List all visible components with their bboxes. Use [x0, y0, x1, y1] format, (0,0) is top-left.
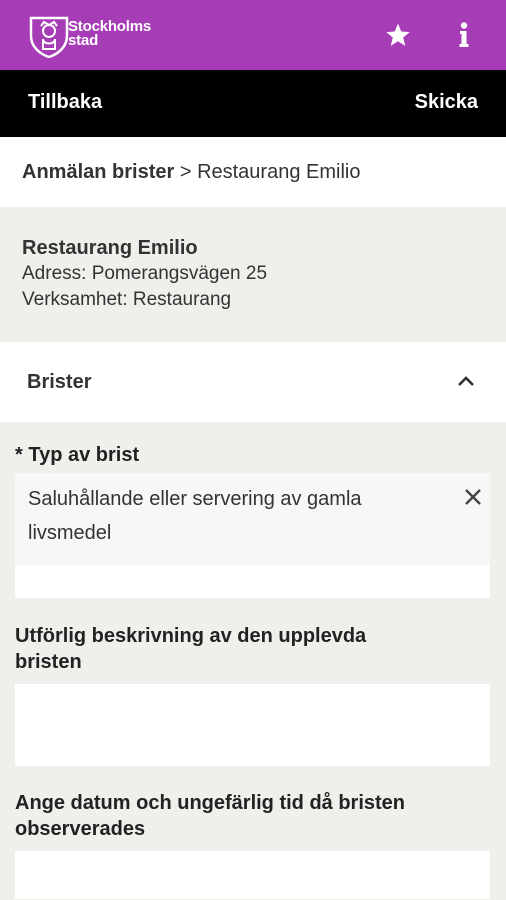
brister-section-toggle[interactable]: Brister	[0, 342, 506, 422]
business-info: Restaurang Emilio Adress: Pomerangsvägen…	[0, 207, 506, 342]
section-title: Brister	[27, 371, 92, 393]
close-icon[interactable]	[463, 487, 483, 507]
business-address: Adress: Pomerangsvägen 25	[22, 263, 268, 284]
back-button[interactable]: Tillbaka	[28, 91, 102, 114]
type-select[interactable]: Saluhållande eller servering av gamla li…	[15, 473, 490, 598]
breadcrumb-root[interactable]: Anmälan brister	[22, 161, 174, 183]
info-icon[interactable]	[458, 22, 470, 48]
chevron-up-icon	[458, 376, 474, 386]
star-icon[interactable]	[385, 22, 411, 48]
business-activity: Verksamhet: Restaurang	[22, 289, 232, 310]
selected-type-chip: Saluhållande eller servering av gamla li…	[15, 473, 490, 565]
breadcrumb-separator: >	[174, 161, 198, 183]
selected-type-text: Saluhållande eller servering av gamla li…	[28, 488, 362, 544]
logo-wordmark: Stockholms stad	[68, 19, 151, 49]
type-label: * Typ av brist	[15, 444, 140, 466]
send-button[interactable]: Skicka	[415, 91, 478, 114]
description-label: Utförlig beskrivning av den upplevda bri…	[15, 625, 367, 673]
app-header: Stockholms stad	[0, 0, 506, 70]
date-field[interactable]	[15, 851, 490, 899]
report-form: * Typ av brist Saluhållande eller server…	[0, 422, 506, 900]
business-name: Restaurang Emilio	[22, 237, 198, 259]
breadcrumb: Anmälan brister > Restaurang Emilio	[0, 137, 506, 207]
logo-line-2: stad	[68, 32, 99, 49]
breadcrumb-current: Restaurang Emilio	[197, 161, 361, 183]
description-field[interactable]	[15, 684, 490, 766]
stockholm-crest-logo	[29, 16, 69, 58]
action-bar: Tillbaka Skicka	[0, 70, 506, 137]
date-label: Ange datum och ungefärlig tid då bristen…	[15, 792, 406, 840]
